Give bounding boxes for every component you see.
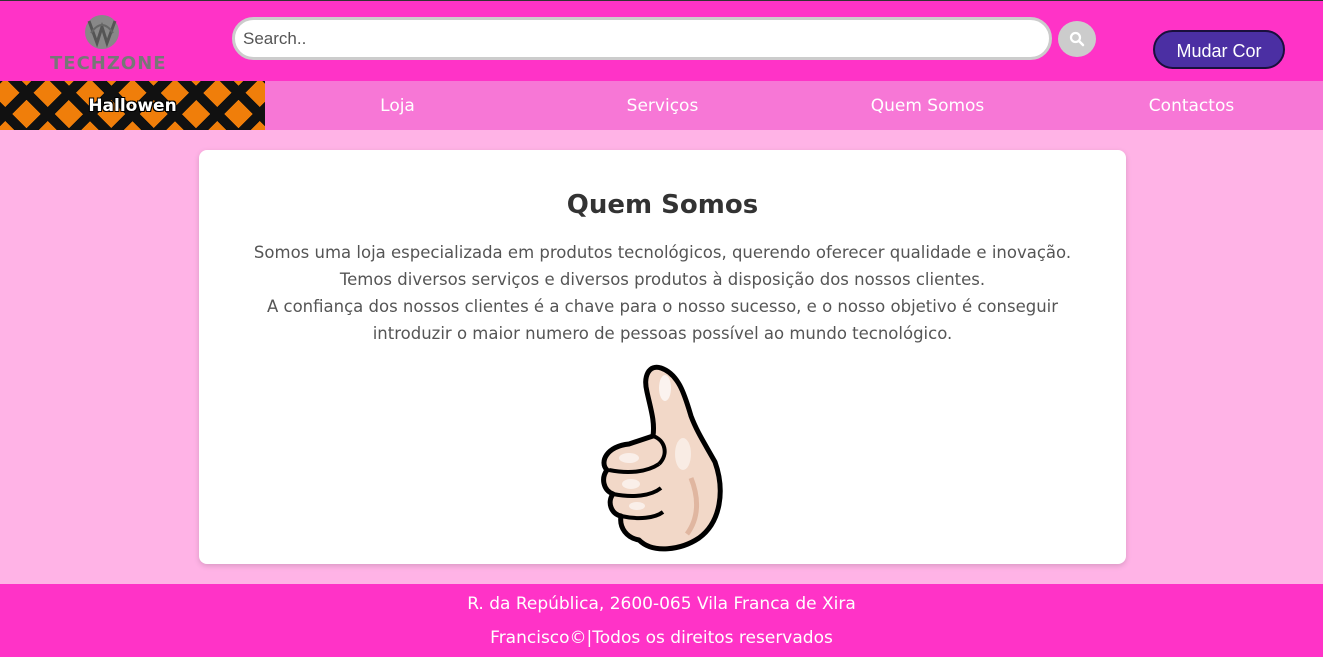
- about-line: A confiança dos nossos clientes é a chav…: [266, 297, 1059, 316]
- about-text: Somos uma loja especializada em produtos…: [199, 239, 1126, 347]
- change-color-button[interactable]: Mudar Cor: [1153, 30, 1285, 69]
- about-line: Somos uma loja especializada em produtos…: [253, 243, 1072, 262]
- thumbs-up-icon: [601, 364, 723, 552]
- search-button[interactable]: [1058, 21, 1096, 57]
- main-nav: Hallowen Loja Serviços Quem Somos Contac…: [0, 81, 1323, 130]
- about-card: Quem Somos Somos uma loja especializada …: [199, 150, 1126, 564]
- footer-copyright: Francisco©|Todos os direitos reservados: [490, 628, 833, 648]
- techzone-logo[interactable]: TECHZONE: [50, 11, 167, 75]
- nav-item-contactos[interactable]: Contactos: [1060, 81, 1323, 130]
- logo-text: TECHZONE: [50, 53, 167, 74]
- nav-item-loja[interactable]: Loja: [265, 81, 530, 130]
- search-icon: [1069, 31, 1085, 47]
- nav-item-halloween[interactable]: Hallowen: [0, 81, 265, 130]
- site-footer: R. da República, 2600-065 Vila Franca de…: [0, 584, 1323, 657]
- page-title: Quem Somos: [566, 190, 759, 220]
- logo-mark-icon: [85, 15, 119, 49]
- nav-item-servicos[interactable]: Serviços: [530, 81, 795, 130]
- search-input[interactable]: [232, 17, 1052, 60]
- about-line: Temos diversos serviços e diversos produ…: [339, 270, 986, 289]
- about-line: introduzir o maior numero de pessoas pos…: [372, 324, 953, 343]
- nav-item-quem-somos[interactable]: Quem Somos: [795, 81, 1060, 130]
- footer-address: R. da República, 2600-065 Vila Franca de…: [467, 594, 856, 614]
- site-header: TECHZONE Mudar Cor: [0, 0, 1323, 81]
